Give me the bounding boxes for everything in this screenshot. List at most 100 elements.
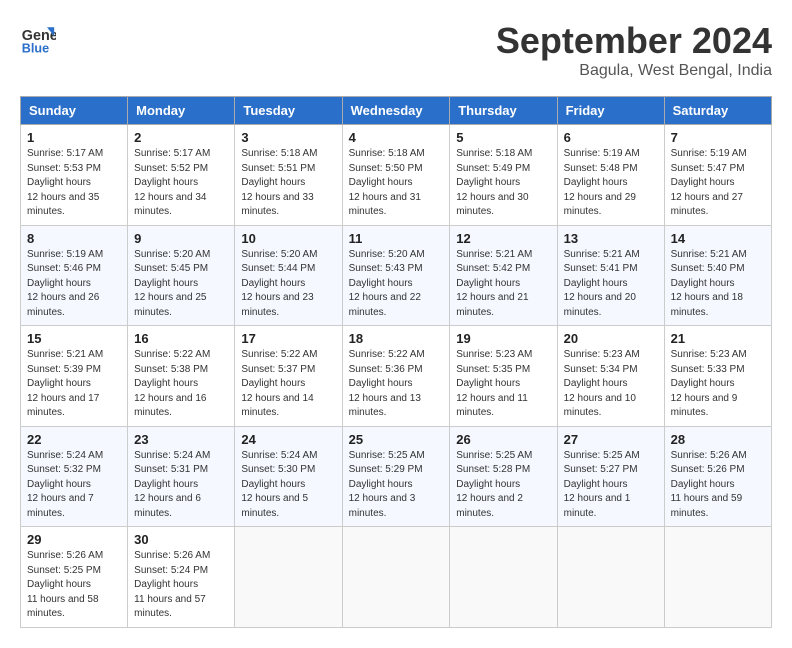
day-info: Sunrise: 5:18 AMSunset: 5:51 PMDaylight … [241,148,317,217]
day-number: 11 [349,231,444,246]
calendar-week-3: 15 Sunrise: 5:21 AMSunset: 5:39 PMDaylig… [21,326,772,427]
calendar-week-4: 22 Sunrise: 5:24 AMSunset: 5:32 PMDaylig… [21,426,772,527]
weekday-sunday: Sunday [21,97,128,125]
day-number: 9 [134,231,228,246]
day-info: Sunrise: 5:21 AMSunset: 5:39 PMDaylight … [27,349,103,418]
day-number: 13 [564,231,658,246]
calendar-cell: 21 Sunrise: 5:23 AMSunset: 5:33 PMDaylig… [664,326,771,427]
day-info: Sunrise: 5:23 AMSunset: 5:35 PMDaylight … [456,349,532,418]
day-number: 3 [241,130,335,145]
day-info: Sunrise: 5:21 AMSunset: 5:41 PMDaylight … [564,249,640,318]
day-number: 30 [134,532,228,547]
day-info: Sunrise: 5:26 AMSunset: 5:26 PMDaylight … [671,450,747,519]
day-info: Sunrise: 5:20 AMSunset: 5:43 PMDaylight … [349,249,425,318]
weekday-thursday: Thursday [450,97,557,125]
day-number: 2 [134,130,228,145]
day-info: Sunrise: 5:22 AMSunset: 5:36 PMDaylight … [349,349,425,418]
day-info: Sunrise: 5:21 AMSunset: 5:40 PMDaylight … [671,249,747,318]
weekday-tuesday: Tuesday [235,97,342,125]
day-number: 28 [671,432,765,447]
day-number: 17 [241,331,335,346]
location: Bagula, West Bengal, India [496,62,772,80]
day-number: 7 [671,130,765,145]
calendar-cell: 10 Sunrise: 5:20 AMSunset: 5:44 PMDaylig… [235,225,342,326]
calendar-cell: 18 Sunrise: 5:22 AMSunset: 5:36 PMDaylig… [342,326,450,427]
svg-text:Blue: Blue [22,41,49,55]
calendar-cell: 22 Sunrise: 5:24 AMSunset: 5:32 PMDaylig… [21,426,128,527]
calendar-cell: 28 Sunrise: 5:26 AMSunset: 5:26 PMDaylig… [664,426,771,527]
calendar-cell: 26 Sunrise: 5:25 AMSunset: 5:28 PMDaylig… [450,426,557,527]
day-info: Sunrise: 5:24 AMSunset: 5:31 PMDaylight … [134,450,210,519]
weekday-header-row: SundayMondayTuesdayWednesdayThursdayFrid… [21,97,772,125]
day-number: 22 [27,432,121,447]
calendar-week-1: 1 Sunrise: 5:17 AMSunset: 5:53 PMDayligh… [21,125,772,226]
day-number: 15 [27,331,121,346]
day-number: 26 [456,432,550,447]
page-header: General Blue September 2024 Bagula, West… [20,20,772,80]
day-info: Sunrise: 5:17 AMSunset: 5:53 PMDaylight … [27,148,103,217]
day-info: Sunrise: 5:19 AMSunset: 5:48 PMDaylight … [564,148,640,217]
calendar-week-2: 8 Sunrise: 5:19 AMSunset: 5:46 PMDayligh… [21,225,772,326]
day-number: 29 [27,532,121,547]
calendar-cell: 1 Sunrise: 5:17 AMSunset: 5:53 PMDayligh… [21,125,128,226]
calendar-table: SundayMondayTuesdayWednesdayThursdayFrid… [20,96,772,628]
day-info: Sunrise: 5:22 AMSunset: 5:37 PMDaylight … [241,349,317,418]
day-info: Sunrise: 5:20 AMSunset: 5:45 PMDaylight … [134,249,210,318]
day-info: Sunrise: 5:25 AMSunset: 5:29 PMDaylight … [349,450,425,519]
day-info: Sunrise: 5:21 AMSunset: 5:42 PMDaylight … [456,249,532,318]
day-info: Sunrise: 5:23 AMSunset: 5:34 PMDaylight … [564,349,640,418]
day-number: 6 [564,130,658,145]
day-info: Sunrise: 5:24 AMSunset: 5:32 PMDaylight … [27,450,103,519]
calendar-cell: 15 Sunrise: 5:21 AMSunset: 5:39 PMDaylig… [21,326,128,427]
calendar-cell: 11 Sunrise: 5:20 AMSunset: 5:43 PMDaylig… [342,225,450,326]
calendar-cell: 3 Sunrise: 5:18 AMSunset: 5:51 PMDayligh… [235,125,342,226]
day-info: Sunrise: 5:19 AMSunset: 5:47 PMDaylight … [671,148,747,217]
day-number: 5 [456,130,550,145]
day-info: Sunrise: 5:18 AMSunset: 5:50 PMDaylight … [349,148,425,217]
calendar-cell: 12 Sunrise: 5:21 AMSunset: 5:42 PMDaylig… [450,225,557,326]
calendar-cell: 5 Sunrise: 5:18 AMSunset: 5:49 PMDayligh… [450,125,557,226]
day-number: 23 [134,432,228,447]
day-number: 8 [27,231,121,246]
day-info: Sunrise: 5:22 AMSunset: 5:38 PMDaylight … [134,349,210,418]
calendar-cell: 16 Sunrise: 5:22 AMSunset: 5:38 PMDaylig… [128,326,235,427]
day-number: 19 [456,331,550,346]
logo-icon: General Blue [20,20,56,56]
calendar-cell: 25 Sunrise: 5:25 AMSunset: 5:29 PMDaylig… [342,426,450,527]
day-number: 25 [349,432,444,447]
calendar-cell: 4 Sunrise: 5:18 AMSunset: 5:50 PMDayligh… [342,125,450,226]
month-title: September 2024 [496,20,772,62]
day-number: 20 [564,331,658,346]
day-info: Sunrise: 5:25 AMSunset: 5:27 PMDaylight … [564,450,640,519]
day-number: 21 [671,331,765,346]
day-number: 24 [241,432,335,447]
day-info: Sunrise: 5:18 AMSunset: 5:49 PMDaylight … [456,148,532,217]
day-number: 10 [241,231,335,246]
calendar-cell: 14 Sunrise: 5:21 AMSunset: 5:40 PMDaylig… [664,225,771,326]
calendar-cell: 27 Sunrise: 5:25 AMSunset: 5:27 PMDaylig… [557,426,664,527]
day-number: 14 [671,231,765,246]
calendar-cell: 17 Sunrise: 5:22 AMSunset: 5:37 PMDaylig… [235,326,342,427]
day-info: Sunrise: 5:19 AMSunset: 5:46 PMDaylight … [27,249,103,318]
calendar-body: 1 Sunrise: 5:17 AMSunset: 5:53 PMDayligh… [21,125,772,628]
calendar-cell: 24 Sunrise: 5:24 AMSunset: 5:30 PMDaylig… [235,426,342,527]
weekday-saturday: Saturday [664,97,771,125]
weekday-wednesday: Wednesday [342,97,450,125]
day-info: Sunrise: 5:23 AMSunset: 5:33 PMDaylight … [671,349,747,418]
day-number: 18 [349,331,444,346]
calendar-cell: 2 Sunrise: 5:17 AMSunset: 5:52 PMDayligh… [128,125,235,226]
weekday-monday: Monday [128,97,235,125]
calendar-cell: 13 Sunrise: 5:21 AMSunset: 5:41 PMDaylig… [557,225,664,326]
calendar-cell: 7 Sunrise: 5:19 AMSunset: 5:47 PMDayligh… [664,125,771,226]
calendar-cell: 19 Sunrise: 5:23 AMSunset: 5:35 PMDaylig… [450,326,557,427]
day-number: 4 [349,130,444,145]
day-number: 16 [134,331,228,346]
day-info: Sunrise: 5:26 AMSunset: 5:24 PMDaylight … [134,550,210,619]
day-number: 27 [564,432,658,447]
calendar-cell: 20 Sunrise: 5:23 AMSunset: 5:34 PMDaylig… [557,326,664,427]
day-info: Sunrise: 5:20 AMSunset: 5:44 PMDaylight … [241,249,317,318]
day-info: Sunrise: 5:24 AMSunset: 5:30 PMDaylight … [241,450,317,519]
calendar-cell: 8 Sunrise: 5:19 AMSunset: 5:46 PMDayligh… [21,225,128,326]
day-number: 1 [27,130,121,145]
day-number: 12 [456,231,550,246]
